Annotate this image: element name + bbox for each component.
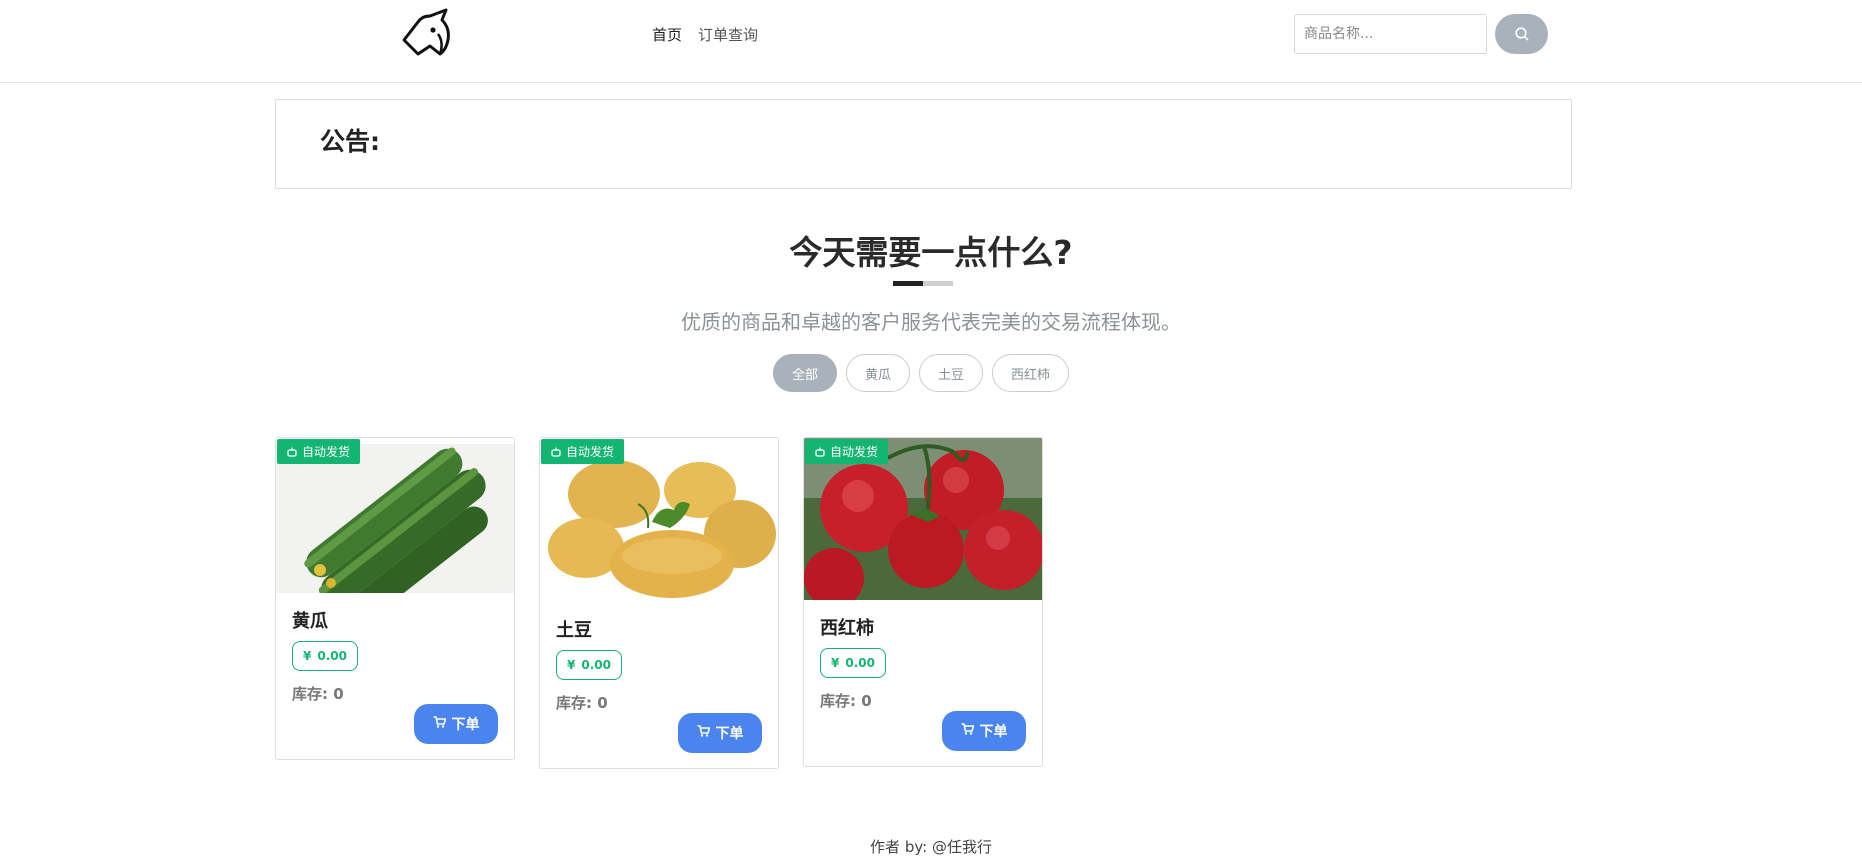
order-label: 下单 (715, 726, 744, 742)
order-button[interactable]: 下单 (678, 713, 762, 753)
price-tag: ¥ 0.00 (292, 641, 358, 671)
notice-title: 公告: (320, 127, 380, 156)
category-filters: 全部 黄瓜 土豆 西红柿 (773, 354, 1070, 392)
auto-delivery-badge: 自动发货 (277, 439, 361, 464)
order-label: 下单 (451, 717, 480, 733)
product-card-body: 黄瓜 ¥ 0.00 库存: 0 (276, 593, 514, 704)
badge-label: 自动发货 (566, 445, 615, 459)
stock-label: 库存: (556, 694, 592, 712)
price-value: 0.00 (845, 656, 875, 670)
product-card-body: 西红柿 ¥ 0.00 库存: 0 (804, 600, 1042, 711)
robot-icon (815, 447, 825, 457)
stock-label: 库存: (292, 685, 328, 703)
badge-label: 自动发货 (830, 445, 879, 459)
product-name: 土豆 (556, 620, 592, 641)
search-button[interactable] (1495, 14, 1548, 54)
stock-value: 0 (333, 685, 344, 703)
order-label: 下单 (979, 724, 1008, 740)
section-subtitle: 优质的商品和卓越的客户服务代表完美的交易流程体现。 (681, 310, 1181, 334)
cart-icon (433, 716, 447, 732)
product-image[interactable]: 自动发货 (804, 438, 1042, 600)
main-nav: 首页 订单查询 (652, 24, 758, 45)
product-card[interactable]: 自动发货 西红柿 ¥ 0.00 库存: 0 下单 (803, 437, 1043, 767)
stock-value: 0 (861, 692, 872, 710)
product-image[interactable]: 自动发货 (540, 438, 778, 602)
filter-potato-button[interactable]: 土豆 (919, 354, 984, 392)
notice-panel: 公告: (275, 99, 1572, 189)
price-tag: ¥ 0.00 (556, 650, 622, 680)
nav-home-link[interactable]: 首页 (652, 24, 682, 45)
search-icon (1514, 27, 1528, 41)
footer-credit: 作者 by: @任我行 (870, 838, 992, 856)
price-value: 0.00 (317, 649, 347, 663)
cart-icon (697, 725, 711, 741)
product-card[interactable]: 自动发货 土豆 ¥ 0.00 库存: 0 下单 (539, 437, 779, 769)
stock-info: 库存: 0 (820, 690, 1026, 711)
top-navbar: 首页 订单查询 (0, 0, 1862, 83)
yuan-icon: ¥ (303, 649, 312, 663)
filter-all-button[interactable]: 全部 (773, 354, 838, 392)
order-button[interactable]: 下单 (414, 704, 498, 744)
filter-tomato-button[interactable]: 西红柿 (992, 354, 1070, 392)
stock-label: 库存: (820, 692, 856, 710)
price-value: 0.00 (581, 658, 611, 672)
stock-info: 库存: 0 (292, 683, 498, 704)
product-card[interactable]: 自动发货 黄瓜 ¥ 0.00 库存: 0 下单 (275, 437, 515, 760)
search-input[interactable] (1294, 14, 1487, 54)
order-button[interactable]: 下单 (942, 711, 1026, 751)
price-tag: ¥ 0.00 (820, 648, 886, 678)
auto-delivery-badge: 自动发货 (541, 439, 625, 464)
yuan-icon: ¥ (567, 658, 576, 672)
product-name: 黄瓜 (292, 611, 328, 632)
yuan-icon: ¥ (831, 656, 840, 670)
badge-label: 自动发货 (302, 445, 351, 459)
nav-order-query-link[interactable]: 订单查询 (698, 24, 758, 45)
robot-icon (551, 447, 561, 457)
stock-value: 0 (597, 694, 608, 712)
unicorn-logo-icon[interactable] (400, 6, 456, 58)
robot-icon (287, 447, 297, 457)
product-card-body: 土豆 ¥ 0.00 库存: 0 (540, 602, 778, 713)
section-title: 今天需要一点什么? (789, 233, 1073, 272)
product-image[interactable]: 自动发货 (276, 438, 514, 593)
cart-icon (961, 723, 975, 739)
title-underline (893, 281, 953, 286)
auto-delivery-badge: 自动发货 (805, 439, 889, 464)
filter-cucumber-button[interactable]: 黄瓜 (846, 354, 911, 392)
product-name: 西红柿 (820, 618, 874, 639)
stock-info: 库存: 0 (556, 692, 762, 713)
